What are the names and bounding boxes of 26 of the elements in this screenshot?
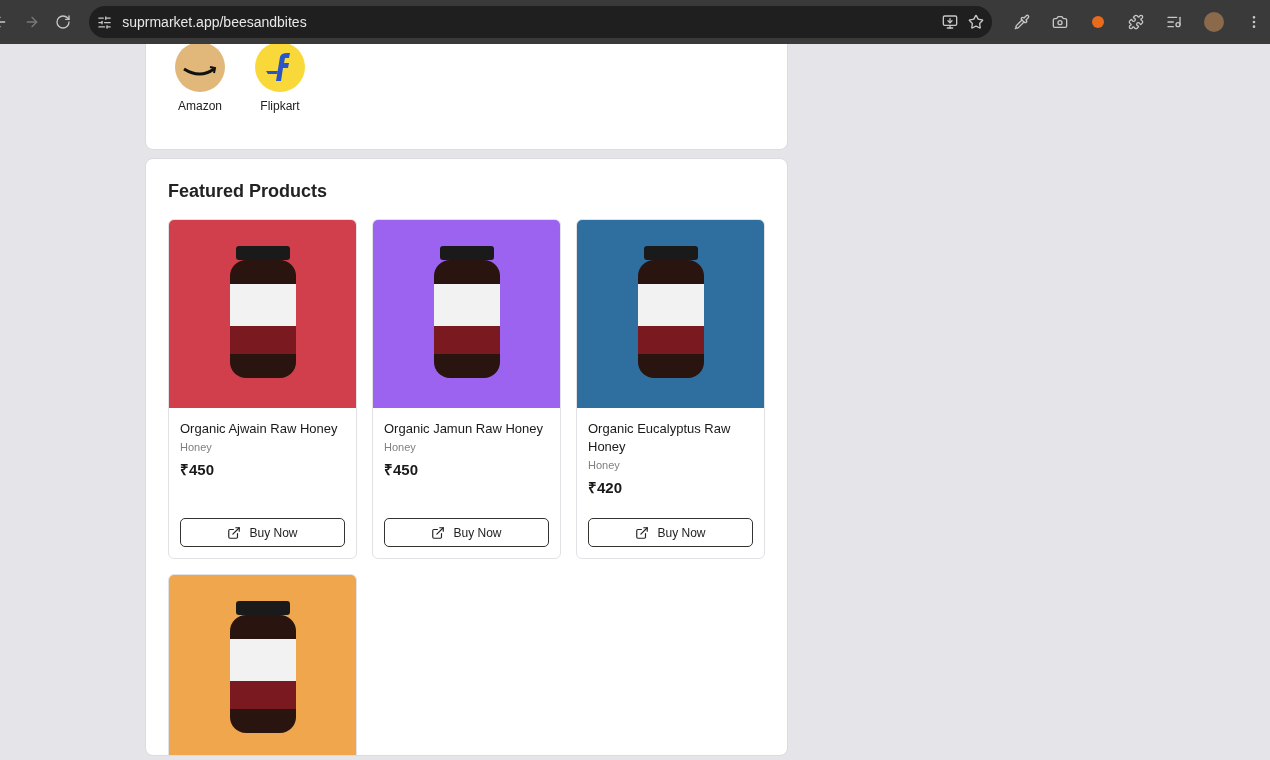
site-settings-icon[interactable] (97, 14, 113, 30)
product-price: ₹450 (180, 460, 216, 479)
product-name: Organic Jamun Raw Honey (384, 420, 544, 438)
buy-now-button[interactable]: Buy Now (384, 518, 549, 547)
product-price: ₹450 (384, 460, 420, 479)
url-text: suprmarket.app/beesandbites (122, 14, 308, 30)
external-link-icon (431, 525, 446, 540)
section-title: Featured Products (168, 181, 329, 202)
amazon-logo (174, 41, 226, 93)
product-name: Organic Ajwain Raw Honey (180, 420, 339, 438)
product-category: Honey (384, 441, 417, 453)
external-link-icon (635, 525, 650, 540)
product-price: ₹420 (588, 478, 624, 497)
install-icon[interactable] (942, 14, 958, 30)
product-category: Honey (180, 441, 213, 453)
flipkart-logo (254, 41, 306, 93)
buy-now-button[interactable]: Buy Now (180, 518, 345, 547)
address-bar[interactable]: suprmarket.app/beesandbites (89, 6, 992, 38)
buy-now-button[interactable]: Buy Now (588, 518, 753, 547)
reload-icon (55, 14, 72, 30)
store-link[interactable]: Amazon (174, 41, 226, 113)
bookmark-star-icon[interactable] (968, 14, 984, 30)
external-link-icon (227, 525, 242, 540)
product-category: Honey (588, 459, 621, 471)
store-link[interactable]: Flipkart (254, 41, 306, 113)
product-name: Organic Eucalyptus Raw Honey (588, 420, 732, 456)
